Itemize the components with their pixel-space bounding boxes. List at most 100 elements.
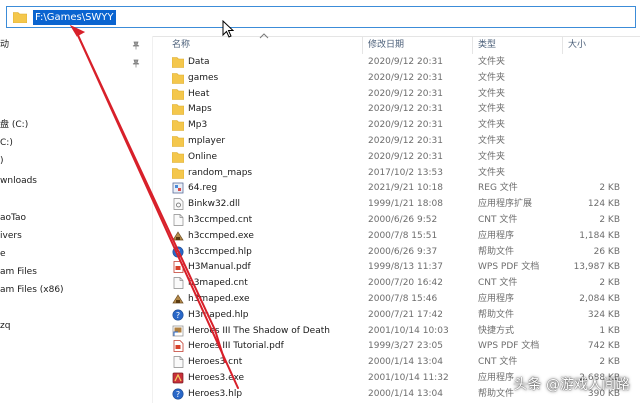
file-name: mplayer — [188, 136, 226, 146]
file-size: 1 KB — [599, 325, 620, 336]
file-type: 文件夹 — [478, 88, 506, 99]
file-name: H3maped.hlp — [188, 309, 249, 320]
file-date: 2000/7/21 17:42 — [368, 309, 443, 320]
file-name: H3Manual.pdf — [188, 262, 251, 273]
help-file-icon: ? — [172, 246, 184, 258]
file-name: h3ccmped.cnt — [188, 215, 253, 225]
file-type: 应用程序 — [478, 294, 515, 304]
file-type: REG 文件 — [478, 183, 518, 194]
file-name: Heroes3.exe — [188, 373, 245, 383]
file-type: 帮助文件 — [478, 388, 515, 399]
column-divider[interactable] — [362, 36, 363, 54]
file-row[interactable]: random_maps 2017/10/2 13:53 文件夹 — [0, 165, 640, 181]
file-row[interactable]: Maps 2020/9/12 20:31 文件夹 — [0, 101, 640, 117]
file-row[interactable]: Heat 2020/9/12 20:31 文件夹 — [0, 86, 640, 102]
file-row[interactable]: ? H3maped.hlp 2000/7/21 17:42 帮助文件 324 KB — [0, 307, 640, 323]
file-type: 应用程序 — [478, 373, 515, 383]
file-date: 2000/7/8 15:51 — [368, 230, 438, 241]
file-type: CNT 文件 — [478, 215, 518, 225]
file-name: games — [188, 72, 219, 83]
address-path[interactable]: F:\Games\SWYY — [33, 10, 116, 25]
column-header-size[interactable]: 大小 — [568, 38, 586, 52]
folder-icon — [13, 12, 27, 23]
file-row[interactable]: h3ccmped.exe 2000/7/8 15:51 应用程序 1,184 KB — [0, 228, 640, 244]
file-size: 2 KB — [599, 278, 620, 289]
file-date: 2020/9/12 20:31 — [368, 72, 443, 83]
file-date: 2000/7/20 16:42 — [368, 278, 443, 289]
file-date: 2020/9/12 20:31 — [368, 88, 443, 99]
file-date: 1999/1/21 18:08 — [368, 199, 443, 210]
folder-icon — [172, 104, 184, 116]
file-type: WPS PDF 文档 — [478, 262, 540, 273]
file-row[interactable]: h3maped.exe 2000/7/8 15:46 应用程序 2,084 KB — [0, 291, 640, 307]
file-type: CNT 文件 — [478, 357, 518, 368]
help-file-icon: ? — [172, 309, 184, 321]
address-input[interactable]: F:\Games\SWYY — [6, 6, 636, 28]
file-date: 1999/3/27 23:05 — [368, 341, 443, 352]
address-bar: F:\Games\SWYY — [0, 0, 640, 38]
svg-text:?: ? — [176, 311, 180, 320]
file-date: 2000/6/26 9:37 — [368, 246, 438, 257]
file-row[interactable]: Heroes3.cnt 2000/1/14 13:04 CNT 文件 2 KB — [0, 354, 640, 370]
file-row[interactable]: h3maped.cnt 2000/7/20 16:42 CNT 文件 2 KB — [0, 275, 640, 291]
file-row[interactable]: Heroes III Tutorial.pdf 1999/3/27 23:05 WP… — [0, 338, 640, 354]
file-name: h3maped.exe — [188, 294, 250, 304]
pdf-file-icon — [173, 261, 184, 274]
generic-file-icon — [173, 214, 184, 226]
file-size: 2 KB — [599, 183, 620, 194]
file-row[interactable]: Data 2020/9/12 20:31 文件夹 — [0, 54, 640, 70]
file-name: Heroes3.hlp — [188, 388, 243, 399]
file-date: 2020/9/12 20:31 — [368, 120, 443, 131]
file-date: 2001/10/14 11:32 — [368, 373, 449, 383]
file-row[interactable]: ? h3ccmped.hlp 2000/6/26 9:37 帮助文件 26 KB — [0, 244, 640, 260]
file-row[interactable]: 64.reg 2021/9/21 10:18 REG 文件 2 KB — [0, 180, 640, 196]
watermark: 头条 @游戏人间路 — [513, 377, 630, 393]
file-row[interactable]: mplayer 2020/9/12 20:31 文件夹 — [0, 133, 640, 149]
svg-text:?: ? — [176, 390, 180, 399]
file-name: Mp3 — [188, 120, 208, 131]
file-row[interactable]: games 2020/9/12 20:31 文件夹 — [0, 70, 640, 86]
file-date: 2000/7/8 15:46 — [368, 294, 438, 304]
column-header-name[interactable]: 名称 — [172, 38, 190, 52]
file-type: WPS PDF 文档 — [478, 341, 540, 352]
file-name: Online — [188, 151, 218, 162]
folder-icon — [172, 136, 184, 147]
shortcut-icon — [172, 325, 184, 336]
mouse-cursor-icon — [222, 20, 234, 38]
file-date: 2000/1/14 13:04 — [368, 388, 443, 399]
file-row[interactable]: Heroes III The Shadow of Death 2001/10/14… — [0, 323, 640, 339]
file-size: 2 KB — [599, 215, 620, 225]
folder-icon — [172, 167, 184, 179]
file-date: 2021/9/21 10:18 — [368, 183, 443, 194]
folder-icon — [172, 151, 184, 163]
file-size: 13,987 KB — [573, 262, 620, 273]
file-size: 1,184 KB — [579, 230, 620, 241]
file-row[interactable]: Binkw32.dll 1999/1/21 18:08 应用程序扩展 124 KB — [0, 196, 640, 212]
file-row[interactable]: Online 2020/9/12 20:31 文件夹 — [0, 149, 640, 165]
folder-icon — [172, 120, 184, 131]
game-exe-icon — [172, 372, 184, 384]
registry-file-icon — [172, 182, 184, 194]
column-header-type[interactable]: 类型 — [478, 38, 496, 52]
file-type: 文件夹 — [478, 120, 506, 131]
svg-text:?: ? — [176, 248, 180, 257]
file-date: 2001/10/14 10:03 — [368, 325, 449, 336]
file-row[interactable]: Mp3 2020/9/12 20:31 文件夹 — [0, 117, 640, 133]
file-date: 2020/9/12 20:31 — [368, 104, 443, 115]
file-date: 1999/8/13 11:37 — [368, 262, 443, 273]
column-header-date[interactable]: 修改日期 — [368, 38, 404, 52]
file-name: h3maped.cnt — [188, 278, 248, 289]
nav-item[interactable]: 动 — [0, 38, 9, 52]
generic-file-icon — [173, 277, 184, 290]
file-row[interactable]: h3ccmped.cnt 2000/6/26 9:52 CNT 文件 2 KB — [0, 212, 640, 228]
file-type: 文件夹 — [478, 136, 506, 146]
file-row[interactable]: H3Manual.pdf 1999/8/13 11:37 WPS PDF 文档 13,… — [0, 259, 640, 275]
file-type: 帮助文件 — [478, 309, 515, 320]
pin-icon[interactable] — [132, 41, 140, 50]
file-name: Data — [188, 57, 210, 67]
column-divider[interactable] — [562, 36, 563, 54]
file-type: 文件夹 — [478, 151, 506, 162]
column-divider[interactable] — [472, 36, 473, 54]
pdf-file-icon — [173, 340, 184, 353]
help-file-icon: ? — [172, 388, 184, 400]
